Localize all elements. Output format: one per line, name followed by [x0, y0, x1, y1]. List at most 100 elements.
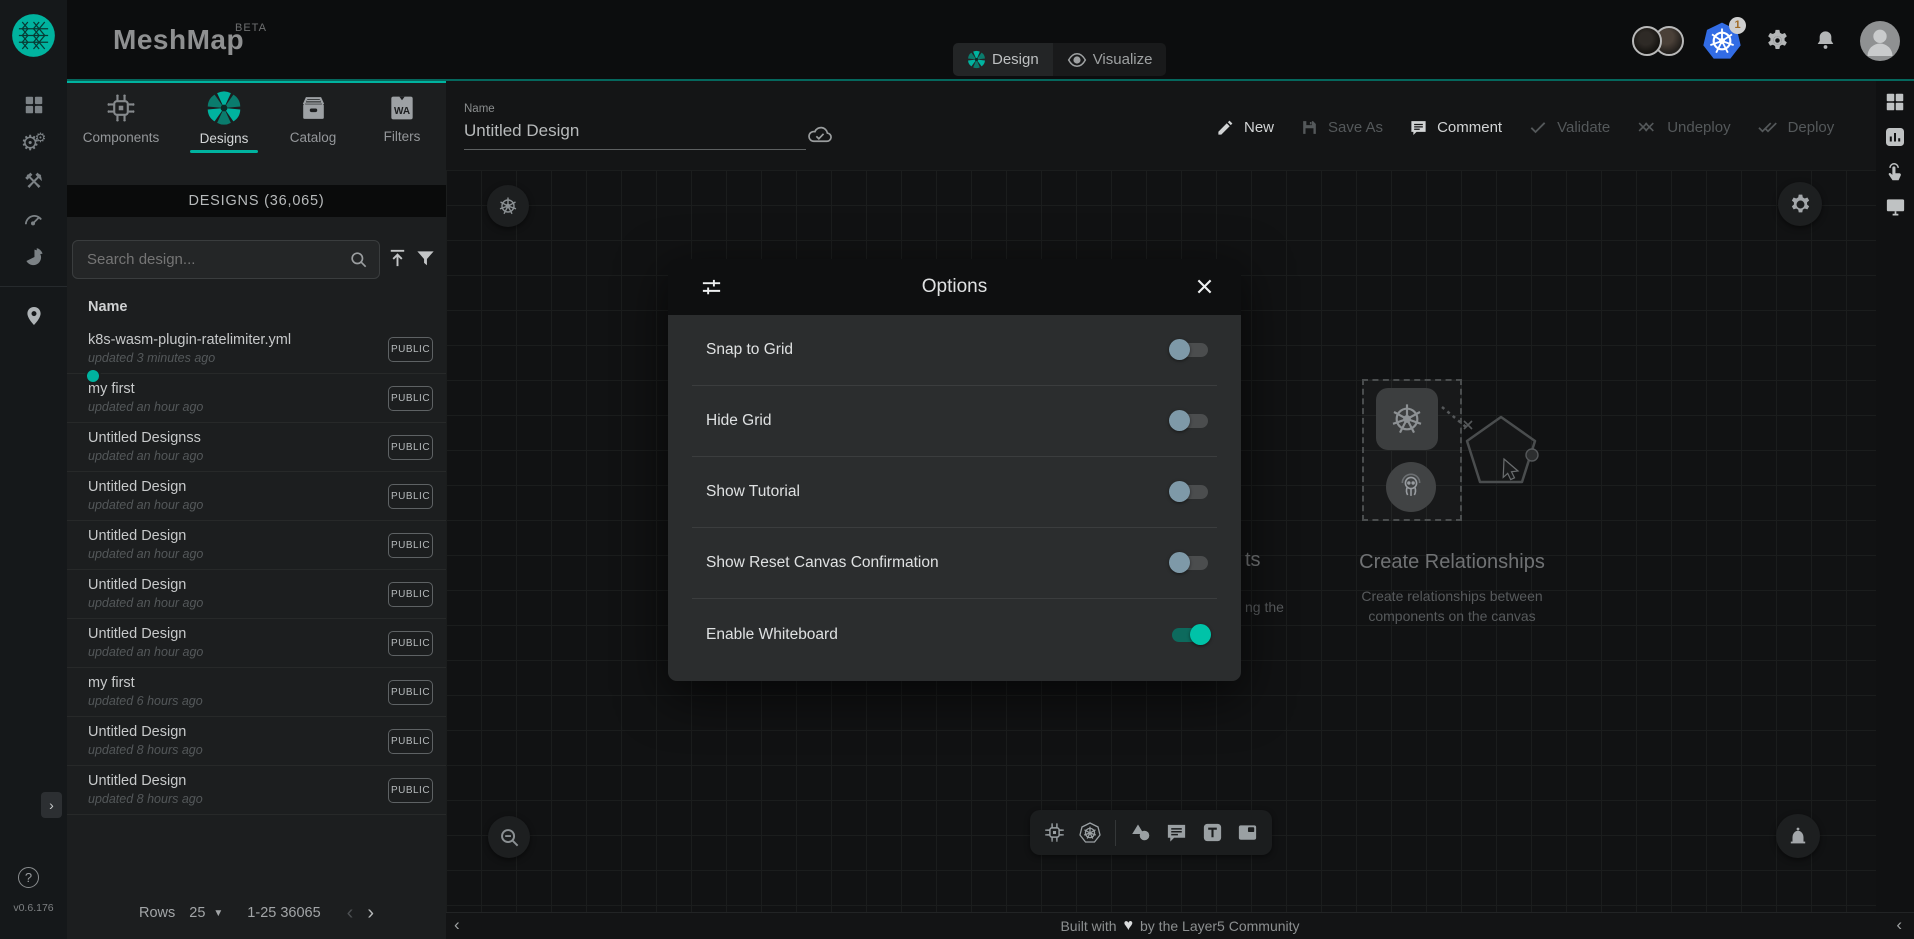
header: MeshMap BETA Design — [67, 0, 1914, 81]
help-button[interactable]: ? — [18, 867, 39, 888]
nav-lifecycle-gears-icon[interactable]: ⚙⚙ — [0, 124, 67, 162]
onboarding-description-fragment: ng the — [1245, 599, 1284, 615]
tab-design[interactable]: Design — [953, 43, 1053, 76]
dome-icon — [1786, 824, 1810, 848]
onboarding-pentagon-shape — [1460, 411, 1542, 493]
comment-button[interactable]: Comment — [1409, 118, 1502, 137]
components-chip-icon — [104, 91, 138, 125]
panel-tab-components[interactable]: Components — [75, 87, 167, 149]
close-icon[interactable] — [1194, 276, 1215, 297]
wasm-filters-icon: WA — [386, 92, 418, 124]
collapse-panel-chevron[interactable]: ‹ — [454, 915, 460, 935]
onboarding-meshery-node — [1386, 462, 1436, 512]
text-tool-icon[interactable] — [1201, 821, 1224, 844]
settings-gear-icon[interactable] — [1764, 27, 1791, 54]
visibility-badge[interactable]: PUBLIC — [388, 337, 433, 362]
deploy-button[interactable]: Deploy — [1757, 117, 1835, 137]
visibility-badge[interactable]: PUBLIC — [388, 484, 433, 509]
visibility-badge[interactable]: PUBLIC — [388, 729, 433, 754]
design-row[interactable]: Untitled Design updated an hour ago PUBL… — [67, 619, 446, 668]
beta-tag: BETA — [235, 22, 267, 34]
designs-pinwheel-icon — [206, 90, 242, 126]
nav-meshmap-pin-icon[interactable] — [0, 297, 67, 335]
design-row[interactable]: Untitled Design updated 8 hours ago PUBL… — [67, 717, 446, 766]
options-modal-title: Options — [922, 276, 987, 298]
expand-rail-chevron[interactable]: › — [41, 792, 62, 818]
kubernetes-context-button[interactable]: 1 — [1702, 21, 1742, 61]
options-modal: Options Snap to Grid Hide Grid Show Tuto… — [668, 259, 1241, 681]
kubernetes-settings-fab[interactable] — [487, 185, 529, 227]
interaction-touch-icon[interactable] — [1884, 161, 1906, 183]
design-name-input[interactable] — [464, 115, 806, 150]
layer5-logo[interactable] — [11, 13, 56, 58]
designs-count-header: DESIGNS (36,065) — [67, 185, 446, 217]
toggle-show-reset-canvas-confirmation[interactable] — [1169, 552, 1211, 574]
search-input[interactable] — [73, 251, 349, 268]
comment-tool-icon[interactable] — [1165, 821, 1188, 844]
toggle-enable-whiteboard[interactable] — [1169, 624, 1211, 646]
rows-per-page-select[interactable]: 25 — [189, 905, 205, 921]
add-component-chip-icon[interactable] — [1043, 821, 1066, 844]
footer-right-chevron[interactable]: ‹ — [1896, 915, 1902, 935]
rows-per-page-caret-icon[interactable]: ▼ — [213, 908, 223, 919]
design-row[interactable]: Untitled Design updated an hour ago PUBL… — [67, 570, 446, 619]
filter-funnel-icon[interactable] — [414, 247, 437, 270]
canvas-actions: New Save As Comment Validate — [1216, 117, 1834, 137]
media-tool-icon[interactable] — [1236, 821, 1259, 844]
design-row[interactable]: my first updated 6 hours ago PUBLIC — [67, 668, 446, 717]
design-row[interactable]: Untitled Design updated an hour ago PUBL… — [67, 472, 446, 521]
visibility-badge[interactable]: PUBLIC — [388, 435, 433, 460]
whiteboard-lamp-fab[interactable] — [1776, 814, 1820, 858]
notifications-bell-icon[interactable] — [1813, 28, 1838, 53]
analytics-chart-icon[interactable] — [1883, 125, 1907, 149]
panel-tab-designs[interactable]: Designs — [178, 87, 270, 149]
zoom-out-fab[interactable] — [488, 816, 530, 858]
search-box — [72, 240, 380, 279]
next-page-chevron[interactable]: › — [367, 902, 374, 925]
pagination: Rows 25 ▼ 1-25 36065 ‹ › — [67, 895, 446, 931]
tab-visualize[interactable]: Visualize — [1053, 43, 1167, 76]
design-row[interactable]: k8s-wasm-plugin-ratelimiter.yml updated … — [67, 325, 446, 374]
toolbar-divider — [1115, 820, 1116, 846]
column-header-name: Name — [88, 299, 128, 315]
validate-button[interactable]: Validate — [1528, 117, 1610, 137]
double-check-icon — [1757, 117, 1779, 137]
design-name-label: Name — [464, 103, 806, 115]
panels-grid-icon[interactable] — [1884, 91, 1906, 113]
user-avatar[interactable] — [1860, 21, 1900, 61]
shapes-tool-icon[interactable] — [1129, 821, 1153, 845]
onboarding-title: Create Relationships — [1302, 551, 1602, 574]
toggle-snap-to-grid[interactable] — [1169, 339, 1211, 361]
design-row[interactable]: my first updated an hour ago PUBLIC — [67, 374, 446, 423]
onboarding-description: Create relationships between components … — [1302, 586, 1602, 626]
options-modal-body: Snap to Grid Hide Grid Show Tutorial Sho… — [668, 315, 1241, 681]
display-monitor-icon[interactable] — [1884, 195, 1907, 218]
nav-extensions-icon[interactable] — [0, 238, 67, 276]
visibility-badge[interactable]: PUBLIC — [388, 533, 433, 558]
toggle-show-tutorial[interactable] — [1169, 481, 1211, 503]
catalog-drawer-icon — [297, 92, 330, 125]
design-row[interactable]: Untitled Design updated an hour ago PUBL… — [67, 521, 446, 570]
nav-dashboard-icon[interactable] — [0, 86, 67, 124]
k8s-context-count-badge: 1 — [1729, 17, 1746, 34]
visibility-badge[interactable]: PUBLIC — [388, 386, 433, 411]
panel-tab-catalog[interactable]: Catalog — [267, 87, 359, 149]
visibility-badge[interactable]: PUBLIC — [388, 778, 433, 803]
design-row[interactable]: Untitled Design updated 8 hours ago PUBL… — [67, 766, 446, 815]
toggle-hide-grid[interactable] — [1169, 410, 1211, 432]
visibility-badge[interactable]: PUBLIC — [388, 680, 433, 705]
nav-configuration-tools-icon[interactable]: ⚒ — [0, 162, 67, 200]
design-row[interactable]: Untitled Designss updated an hour ago PU… — [67, 423, 446, 472]
panel-tab-filters[interactable]: WA Filters — [356, 87, 448, 149]
previous-page-chevron[interactable]: ‹ — [347, 902, 354, 925]
undeploy-button[interactable]: Undeploy — [1636, 117, 1730, 137]
save-as-button[interactable]: Save As — [1300, 118, 1383, 137]
nav-performance-gauge-icon[interactable] — [0, 200, 67, 238]
visibility-badge[interactable]: PUBLIC — [388, 631, 433, 656]
canvas-options-gear-fab[interactable] — [1778, 182, 1822, 226]
visibility-badge[interactable]: PUBLIC — [388, 582, 433, 607]
upload-design-icon[interactable] — [386, 247, 409, 270]
collaborator-avatar[interactable] — [1632, 26, 1662, 56]
new-button[interactable]: New — [1216, 118, 1274, 137]
kubernetes-toolbar-icon[interactable] — [1078, 821, 1102, 845]
